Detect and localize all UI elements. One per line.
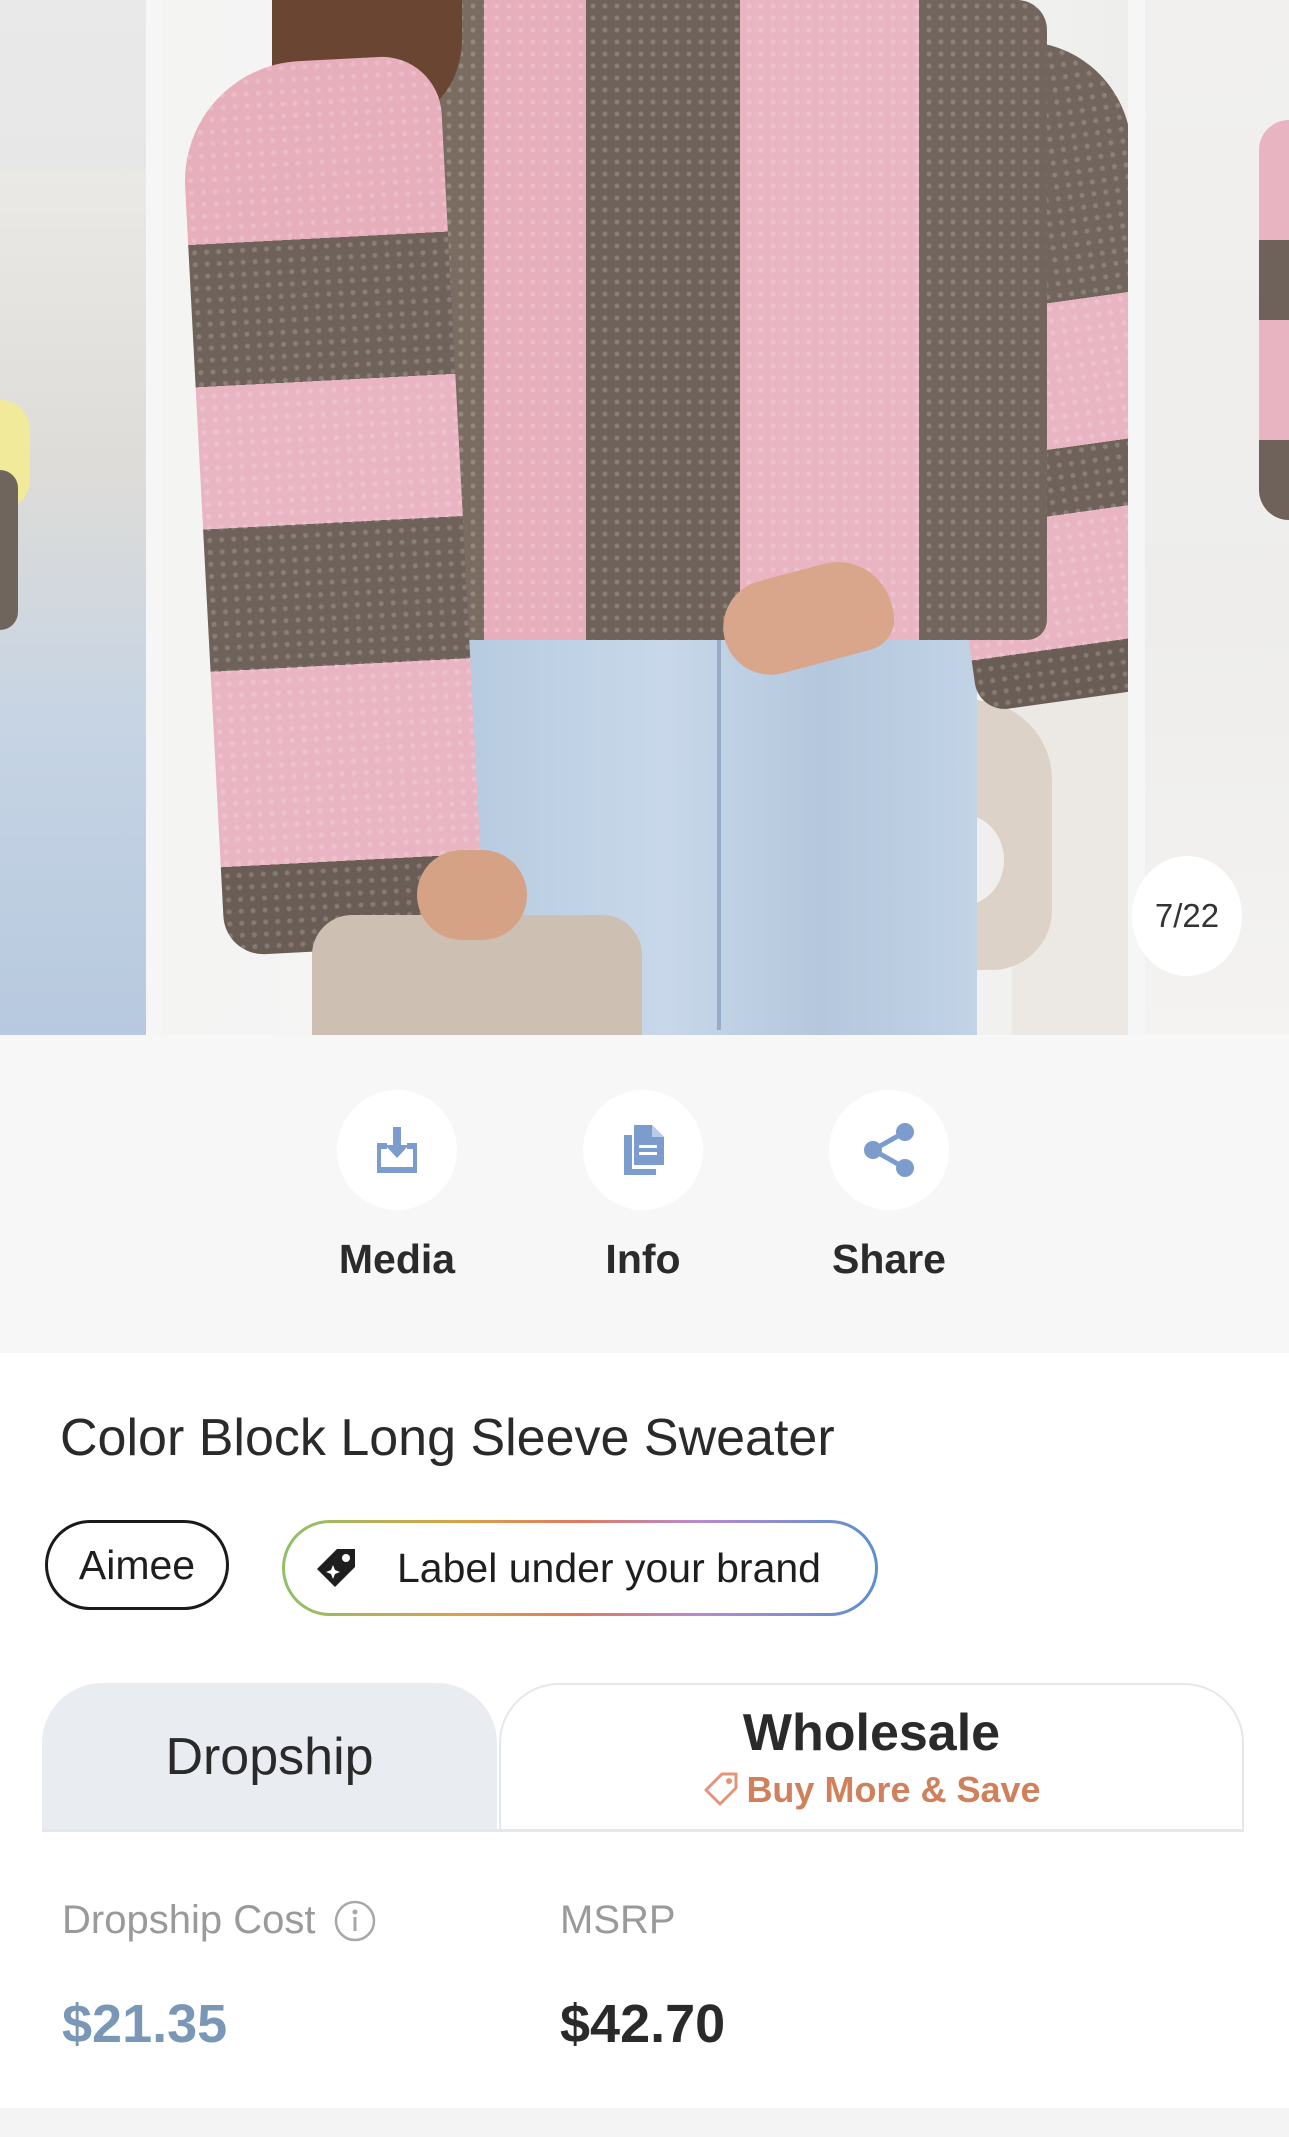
dropship-cost-value: $21.35 bbox=[62, 1994, 228, 2054]
share-icon bbox=[864, 1123, 914, 1177]
share-circle[interactable] bbox=[829, 1090, 949, 1210]
product-title: Color Block Long Sleeve Sweater bbox=[60, 1409, 835, 1467]
info-label: Info bbox=[605, 1236, 681, 1282]
dropship-cost-label-row: Dropship Cost bbox=[62, 1898, 377, 1943]
msrp-label: MSRP bbox=[560, 1898, 676, 1942]
tab-wholesale[interactable]: Wholesale Buy More & Save bbox=[499, 1683, 1244, 1829]
info-button[interactable]: Info bbox=[553, 1090, 733, 1283]
download-icon bbox=[377, 1127, 417, 1173]
documents-icon bbox=[624, 1125, 664, 1175]
promo-text: Buy More & Save bbox=[746, 1769, 1041, 1810]
tab-divider bbox=[42, 1829, 1244, 1832]
bottom-divider bbox=[0, 2108, 1289, 2137]
label-under-brand-chip[interactable]: Label under your brand bbox=[282, 1520, 878, 1616]
gallery-prev-image[interactable] bbox=[0, 0, 146, 1035]
info-circle[interactable] bbox=[583, 1090, 703, 1210]
pricing-tabs: Dropship Wholesale Buy More & Save bbox=[42, 1683, 1244, 1832]
tab-wholesale-promo: Buy More & Save bbox=[702, 1769, 1041, 1811]
share-button[interactable]: Share bbox=[799, 1090, 979, 1283]
info-circle-icon[interactable] bbox=[333, 1899, 377, 1943]
gallery-main-image[interactable] bbox=[162, 0, 1128, 1035]
tab-dropship[interactable]: Dropship bbox=[42, 1683, 497, 1831]
price-tag-icon bbox=[704, 1772, 738, 1806]
dropship-cost-label: Dropship Cost bbox=[62, 1898, 316, 1942]
tab-dropship-label: Dropship bbox=[165, 1728, 374, 1786]
product-page: 7/22 Media Info Share Color Block Long S… bbox=[0, 0, 1289, 2137]
brand-chip-label: Aimee bbox=[78, 1541, 196, 1588]
media-label: Media bbox=[338, 1236, 456, 1282]
tag-icon bbox=[317, 1549, 355, 1587]
label-chip-text: Label under your brand bbox=[397, 1544, 821, 1591]
action-bar: Media Info Share bbox=[0, 1035, 1289, 1353]
image-gallery[interactable]: 7/22 bbox=[0, 0, 1289, 1035]
msrp-label-row: MSRP bbox=[560, 1898, 676, 1943]
brand-chip[interactable]: Aimee bbox=[45, 1520, 229, 1610]
msrp-value: $42.70 bbox=[560, 1994, 726, 2054]
share-label: Share bbox=[832, 1236, 946, 1282]
media-circle[interactable] bbox=[337, 1090, 457, 1210]
image-counter: 7/22 bbox=[1132, 856, 1242, 976]
tab-wholesale-label: Wholesale bbox=[742, 1704, 1001, 1762]
media-button[interactable]: Media bbox=[307, 1090, 487, 1283]
